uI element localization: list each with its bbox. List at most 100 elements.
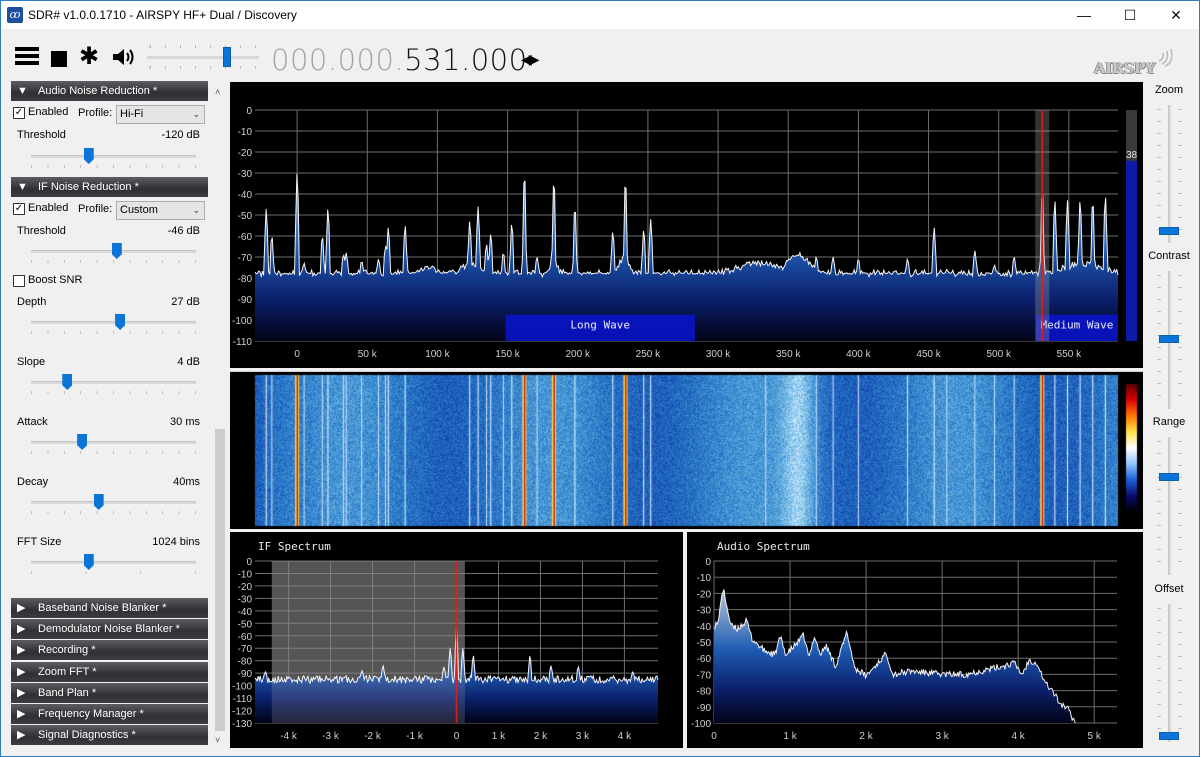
x-tick-label: 350 k	[776, 349, 801, 360]
left-panel-scrollbar[interactable]: ˄ ˅	[213, 81, 227, 749]
collapse-icon: ▶	[17, 708, 26, 720]
frequency-active-digits[interactable]: 531.000	[404, 43, 527, 77]
if-nr-profile-select[interactable]: Custom ⌄	[116, 201, 205, 220]
range-label: Range	[1152, 416, 1186, 428]
main-spectrum-chart[interactable]: 0 -10 -20 -30 -40 -50 -60 -70 -80 -90 -100 -110 0 50 …	[230, 82, 1143, 368]
zoom-slider[interactable]	[1154, 105, 1186, 243]
x-tick-label: 300 k	[706, 349, 731, 360]
section-band-plan[interactable]: ▶ Band Plan *	[11, 682, 208, 703]
slider-thumb[interactable]	[1159, 226, 1179, 235]
frequency-leading-digits[interactable]: 000.000.	[271, 43, 404, 77]
depth-slider[interactable]	[23, 313, 197, 337]
menu-icon[interactable]	[15, 47, 39, 67]
audio-spectrum-panel[interactable]: Audio Spectrum 0 -10 -20 -30 -40 -50 -60 -70 -80 -…	[687, 532, 1143, 748]
slider-thumb[interactable]	[1159, 472, 1179, 481]
slider-thumb[interactable]	[62, 374, 73, 390]
chevron-down-icon: ⌄	[192, 205, 200, 215]
attack-slider[interactable]	[23, 433, 197, 457]
window-title: SDR# v1.0.0.1710 - AIRSPY HF+ Dual / Dis…	[28, 8, 297, 22]
slider-thumb[interactable]	[83, 554, 94, 570]
passband-overlay	[271, 561, 465, 723]
x-tick-label: 0	[454, 731, 460, 742]
band-plan-label: Medium Wave	[1041, 318, 1114, 331]
fft-size-slider[interactable]	[23, 553, 197, 577]
fft-size-value: 1024 bins	[152, 536, 200, 548]
section-audio-noise-reduction[interactable]: ▼ Audio Noise Reduction *	[11, 81, 208, 101]
section-frequency-manager[interactable]: ▶ Frequency Manager *	[11, 704, 208, 724]
select-value: Hi-Fi	[120, 108, 144, 120]
checkbox-checked-icon[interactable]: ✓	[13, 107, 25, 119]
gear-icon[interactable]: ✱	[79, 45, 99, 69]
minimize-button[interactable]: —	[1061, 1, 1107, 29]
section-baseband-noise-blanker[interactable]: ▶ Baseband Noise Blanker *	[11, 598, 208, 618]
section-zoom-fft[interactable]: ▶ Zoom FFT *	[11, 661, 208, 682]
expand-icon: ▼	[17, 181, 28, 193]
y-tick-label: -110	[233, 337, 253, 348]
slider-thumb[interactable]	[93, 494, 104, 510]
volume-slider[interactable]	[147, 43, 259, 71]
y-tick-label: -100	[691, 719, 711, 730]
slider-thumb[interactable]	[77, 434, 88, 450]
y-tick-label: -60	[238, 632, 253, 643]
slope-slider[interactable]	[23, 373, 197, 397]
slider-thumb[interactable]	[1159, 732, 1179, 740]
checkbox-unchecked-icon[interactable]	[13, 275, 25, 287]
if-spectrum-chart[interactable]: IF Spectrum0-10-20-30-40-50-60-70-80-90-…	[230, 532, 683, 748]
section-title: Audio Noise Reduction *	[38, 85, 158, 97]
section-signal-diagnostics[interactable]: ▶ Signal Diagnostics *	[11, 725, 208, 746]
slider-thumb[interactable]	[1159, 335, 1179, 343]
stop-icon[interactable]	[51, 51, 67, 67]
y-tick-label: -10	[697, 573, 712, 584]
y-tick-label: -120	[232, 707, 252, 718]
airspy-logo: AIRSPY	[1094, 48, 1174, 79]
attack-value: 30 ms	[170, 416, 200, 428]
x-tick-label: 2 k	[859, 731, 873, 742]
y-tick-label: -40	[238, 607, 253, 618]
x-tick-label: 400 k	[846, 349, 871, 360]
checkbox-checked-icon[interactable]: ✓	[13, 203, 25, 215]
decay-slider[interactable]	[23, 493, 197, 517]
scroll-up-icon[interactable]: ˄	[215, 87, 220, 97]
section-if-noise-reduction[interactable]: ▼ IF Noise Reduction *	[11, 177, 208, 197]
contrast-slider[interactable]	[1154, 271, 1186, 409]
fft-size-label: FFT Size	[17, 536, 62, 548]
checkbox-label: Enabled	[28, 106, 69, 118]
audio-spectrum-chart[interactable]: Audio Spectrum 0 -10 -20 -30 -40 -50 -60 -70 -80 -…	[687, 532, 1143, 748]
slider-thumb[interactable]	[111, 243, 122, 259]
offset-slider[interactable]	[1154, 604, 1186, 742]
checkbox-label: Enabled	[28, 202, 69, 214]
audio-nr-threshold-slider[interactable]	[23, 147, 197, 171]
volume-thumb[interactable]	[222, 47, 231, 67]
section-title: Frequency Manager *	[38, 708, 144, 720]
x-tick-label: 3 k	[576, 731, 590, 742]
waterfall-display[interactable]	[230, 371, 1143, 529]
y-tick-label: -30	[238, 169, 253, 180]
x-tick-label: 500 k	[986, 349, 1011, 360]
y-tick-label: -40	[697, 622, 712, 633]
threshold-value: -46 dB	[167, 225, 200, 237]
threshold-value: -120 dB	[161, 129, 200, 141]
scrollbar-thumb[interactable]	[215, 429, 225, 731]
y-tick-label: 0	[705, 557, 711, 568]
if-nr-threshold-slider[interactable]	[23, 242, 197, 266]
slider-thumb[interactable]	[83, 148, 94, 164]
chart-title: Audio Spectrum	[717, 540, 810, 553]
close-button[interactable]: ✕	[1153, 1, 1199, 29]
speaker-icon[interactable]	[111, 47, 135, 67]
range-slider[interactable]	[1154, 437, 1186, 575]
slider-thumb[interactable]	[115, 314, 126, 330]
scroll-down-icon[interactable]: ˅	[215, 735, 220, 745]
tuning-arrows-icon[interactable]: ◀▶	[521, 51, 539, 68]
if-spectrum-panel[interactable]: IF Spectrum 0 -10 -20 -30 -40 -50 -60 -70 -80 -90-…	[230, 532, 683, 748]
x-tick-label: 150 k	[495, 349, 520, 360]
depth-value: 27 dB	[171, 296, 200, 308]
main-spectrum-analyzer[interactable]: 0 -10 -20 -30 -40 -50 -60 -70 -80 -90 -100 -110 0 50 …	[230, 82, 1143, 368]
section-recording[interactable]: ▶ Recording *	[11, 640, 208, 661]
section-demodulator-noise-blanker[interactable]: ▶ Demodulator Noise Blanker *	[11, 619, 208, 640]
audio-nr-profile-select[interactable]: Hi-Fi ⌄	[116, 105, 205, 124]
decay-value: 40ms	[173, 476, 200, 488]
waterfall-canvas[interactable]	[230, 372, 1143, 529]
frequency-display[interactable]: 000.000.531.000	[271, 43, 528, 77]
title-bar: ꝏ SDR# v1.0.0.1710 - AIRSPY HF+ Dual / D…	[1, 1, 1199, 29]
maximize-button[interactable]: ☐	[1107, 1, 1153, 29]
